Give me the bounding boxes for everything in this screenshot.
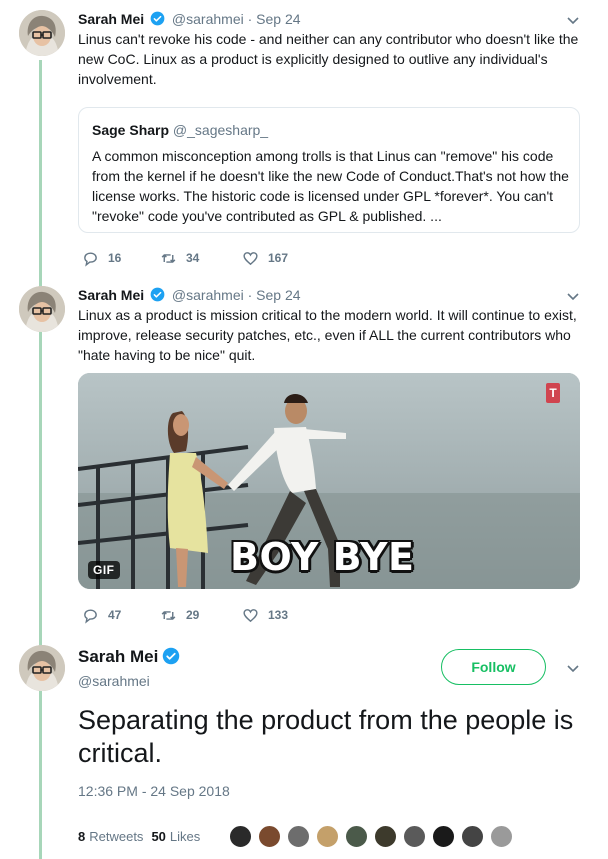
retweet-count: 34	[186, 251, 200, 265]
author-name[interactable]: Sarah Mei	[78, 11, 144, 27]
like-total: 50	[151, 829, 166, 844]
verified-badge-icon	[150, 287, 165, 302]
verified-badge-icon	[163, 647, 180, 665]
quoted-author-name: Sage Sharp	[92, 122, 170, 138]
like-action[interactable]: 133	[242, 607, 288, 624]
like-action[interactable]: 167	[242, 250, 288, 267]
tweet-date[interactable]: Sep 24	[256, 287, 300, 303]
liker-avatar[interactable]	[287, 825, 310, 848]
author-name: Sarah Mei	[78, 647, 159, 666]
author-handle[interactable]: @sarahmei	[78, 673, 150, 689]
like-label: Likes	[169, 829, 201, 844]
liker-avatar[interactable]	[316, 825, 339, 848]
gif-media[interactable]: T BOY BYE GIF	[78, 373, 580, 589]
main-tweet-text: Separating the product from the people i…	[78, 705, 574, 768]
retweet-icon	[161, 610, 176, 620]
chevron-down-icon[interactable]	[566, 289, 580, 303]
quoted-tweet-header: Sage Sharp @_sagesharp_	[92, 122, 268, 138]
avatar[interactable]	[19, 10, 65, 56]
retweets-stat[interactable]: 8 Retweets	[78, 829, 143, 844]
tweet-text: Linus can't revoke his code - and neithe…	[78, 31, 579, 87]
retweet-action[interactable]: 34	[160, 250, 242, 267]
quoted-tweet[interactable]: Sage Sharp @_sagesharp_ A common misconc…	[78, 107, 580, 233]
retweet-icon	[161, 253, 176, 263]
reply-count: 47	[108, 608, 122, 622]
quoted-tweet-text: A common misconception among trolls is t…	[92, 148, 569, 224]
tweet-date[interactable]: Sep 24	[256, 11, 300, 27]
gif-badge: GIF	[88, 561, 120, 579]
gif-caption: BOY BYE	[230, 535, 415, 579]
reply-action[interactable]: 47	[82, 607, 160, 624]
tweet-stats: 8 Retweets 50 Likes	[78, 829, 208, 844]
liker-avatars	[229, 825, 519, 848]
chevron-down-icon[interactable]	[566, 661, 580, 675]
avatar[interactable]	[19, 286, 65, 332]
retweet-label: Retweets	[89, 829, 144, 844]
main-author-name[interactable]: Sarah Mei	[78, 647, 183, 667]
tweet-actions: 47 29 133	[82, 605, 288, 625]
author-handle[interactable]: @sarahmei	[172, 287, 244, 303]
follow-button[interactable]: Follow	[441, 649, 546, 685]
reply-count: 16	[108, 251, 122, 265]
thread-connector-line	[39, 60, 42, 859]
separator-dot: ·	[247, 11, 253, 27]
channel-watermark: T	[546, 383, 560, 403]
avatar[interactable]	[19, 645, 65, 691]
retweet-total: 8	[78, 829, 86, 844]
heart-icon	[243, 608, 258, 622]
heart-icon	[243, 251, 258, 265]
quoted-author-handle: @_sagesharp_	[172, 122, 269, 138]
liker-avatar[interactable]	[461, 825, 484, 848]
tweet-text: Linux as a product is mission critical t…	[78, 307, 577, 363]
reply-icon	[84, 251, 97, 267]
retweet-count: 29	[186, 608, 200, 622]
reply-icon	[84, 608, 97, 624]
liker-avatar[interactable]	[403, 825, 426, 848]
tweet-header: Sarah Mei @sarahmei · Sep 24	[78, 286, 301, 304]
liker-avatar[interactable]	[345, 825, 368, 848]
tweet-header: Sarah Mei @sarahmei · Sep 24	[78, 10, 301, 28]
tweet-timestamp[interactable]: 12:36 PM - 24 Sep 2018	[78, 783, 230, 799]
likes-stat[interactable]: 50 Likes	[151, 829, 200, 844]
author-handle[interactable]: @sarahmei	[172, 11, 244, 27]
liker-avatar[interactable]	[258, 825, 281, 848]
separator-dot: ·	[247, 287, 253, 303]
liker-avatar[interactable]	[374, 825, 397, 848]
verified-badge-icon	[150, 11, 165, 26]
liker-avatar[interactable]	[229, 825, 252, 848]
author-name[interactable]: Sarah Mei	[78, 287, 144, 303]
tweet-actions: 16 34 167	[82, 248, 288, 268]
liker-avatar[interactable]	[432, 825, 455, 848]
retweet-action[interactable]: 29	[160, 607, 242, 624]
like-count: 167	[268, 251, 289, 265]
like-count: 133	[268, 608, 289, 622]
reply-action[interactable]: 16	[82, 250, 160, 267]
liker-avatar[interactable]	[490, 825, 513, 848]
chevron-down-icon[interactable]	[566, 13, 580, 27]
